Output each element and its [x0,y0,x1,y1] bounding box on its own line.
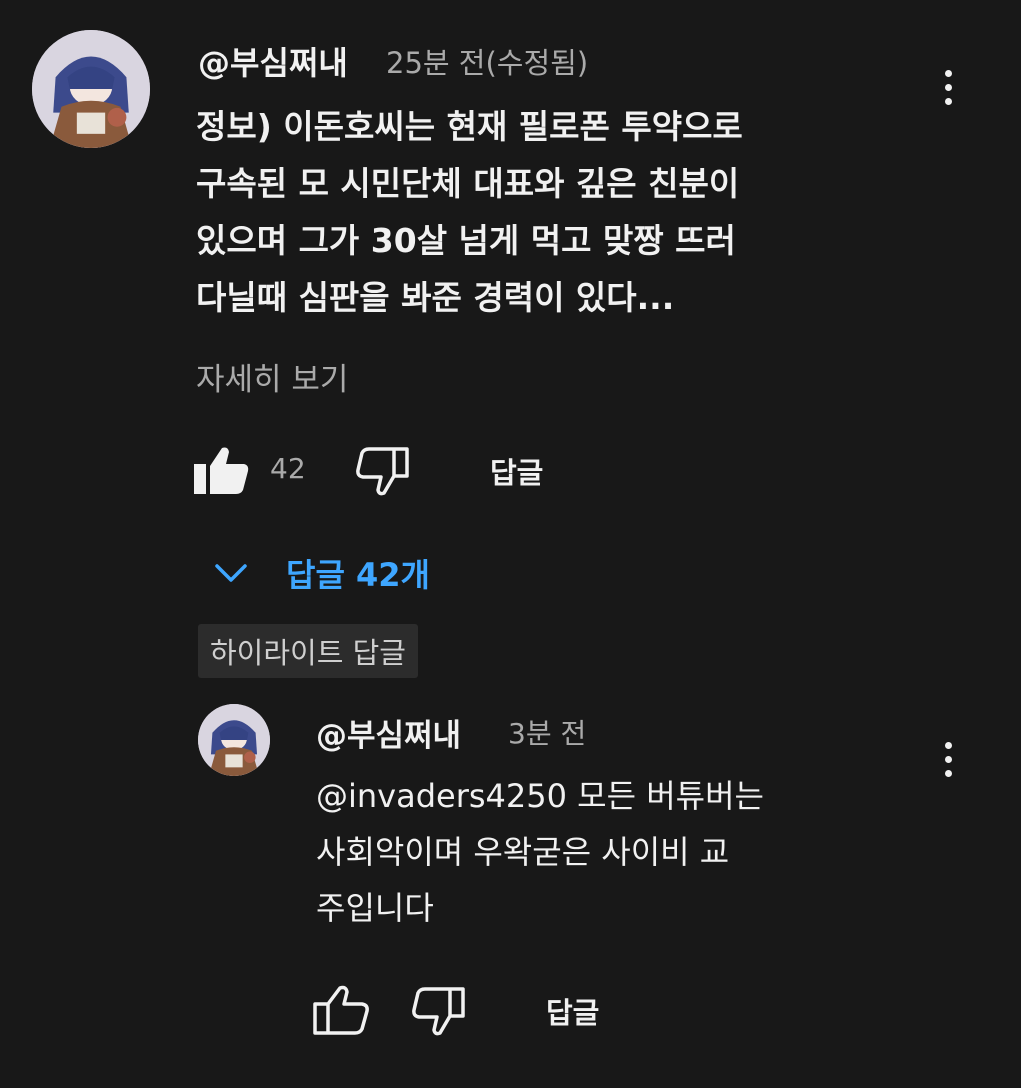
comment-username[interactable]: @부심쩌내 [198,38,348,84]
reply-text-line: @invaders4250 모든 버튜버는 [316,777,764,815]
reply-reply-button[interactable]: 답글 [546,990,599,1032]
comment-text-line: 있으며 그가 30살 넘게 먹고 맞짱 뜨러 [196,221,736,260]
comment-text: 정보) 이돈호씨는 현재 필로폰 투약으로 구속된 모 시민단체 대표와 깊은 … [196,98,743,326]
chevron-down-icon [215,564,247,582]
avatar[interactable] [32,30,150,148]
reply-button[interactable]: 답글 [490,450,543,492]
reply-text-line: 사회악이며 우왁굳은 사이비 교 [316,833,730,871]
reply-avatar[interactable] [198,704,270,776]
comment-text-line: 구속된 모 시민단체 대표와 깊은 친분이 [196,164,740,203]
comment-text-line: 정보) 이돈호씨는 현재 필로폰 투약으로 [196,107,743,146]
avatar-image [32,30,150,148]
comment-more-button[interactable] [936,70,960,105]
thumbs-down-icon [356,447,409,496]
reply-text: @invaders4250 모든 버튜버는 사회악이며 우왁굳은 사이비 교 주… [316,768,764,936]
reply-more-button[interactable] [936,742,960,777]
like-count: 42 [270,452,306,485]
reply-username[interactable]: @부심쩌내 [316,710,461,755]
thumbs-up-outline-icon [313,985,369,1035]
like-button[interactable] [192,444,250,496]
replies-toggle-label: 답글 42개 [286,556,430,594]
avatar-image [198,704,270,776]
comment-timestamp[interactable]: 25분 전(수정됨) [386,40,588,82]
thumbs-down-icon [412,987,465,1036]
highlight-reply-badge: 하이라이트 답글 [198,624,418,678]
thumbs-up-filled-icon [194,447,249,494]
reply-like-button[interactable] [312,984,370,1036]
reply-text-line: 주입니다 [316,889,434,927]
comment-text-line: 다닐때 심판을 봐준 경력이 있다... [196,278,675,317]
dislike-button[interactable] [354,446,410,496]
more-vertical-icon [944,742,952,749]
reply-dislike-button[interactable] [410,986,466,1036]
more-vertical-icon [944,70,952,77]
replies-toggle[interactable]: 답글 42개 [214,550,430,596]
reply-timestamp[interactable]: 3분 전 [508,712,586,752]
read-more-link[interactable]: 자세히 보기 [196,354,348,399]
